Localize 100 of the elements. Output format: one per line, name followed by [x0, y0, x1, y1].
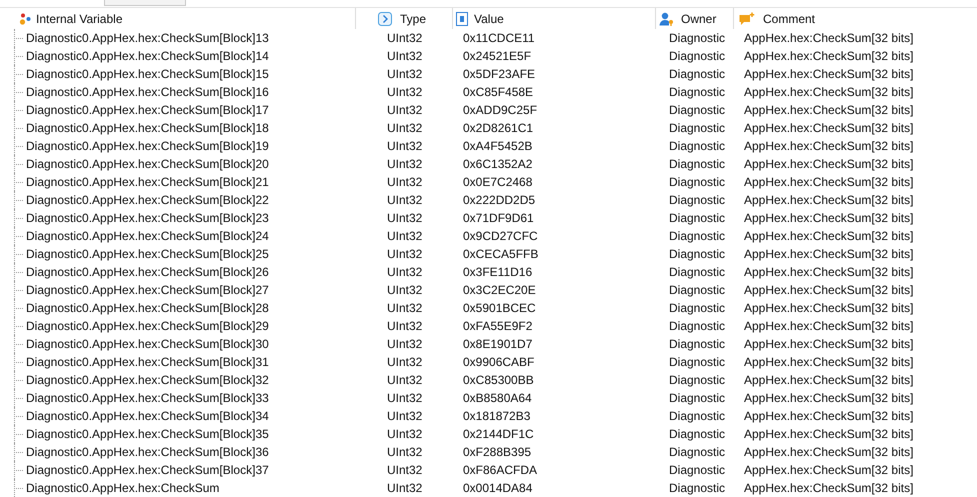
owner-cell-text: Diagnostic [669, 480, 726, 497]
value-cell-text: 0x8E1901D7 [463, 336, 532, 353]
comment-cell-text: AppHex.hex:CheckSum[32 bits] [744, 408, 914, 425]
document-icon [456, 12, 468, 26]
comment-cell-text: AppHex.hex:CheckSum[32 bits] [744, 228, 914, 245]
value-cell-text: 0x5DF23AFE [463, 66, 536, 83]
type-cell-text: UInt32 [387, 336, 422, 353]
owner-cell-text: Diagnostic [669, 120, 726, 137]
comment-cell-text: AppHex.hex:CheckSum[32 bits] [744, 372, 914, 389]
comment-icon [739, 12, 755, 26]
variable-name: Diagnostic0.AppHex.hex:CheckSum[Block]19 [26, 138, 269, 155]
column-header[interactable]: Type [355, 8, 452, 29]
owner-cell-text: Diagnostic [669, 138, 726, 155]
value-cell-text: 0x0E7C2468 [463, 174, 532, 191]
value-cell-text: 0xADD9C25F [463, 102, 538, 119]
variable-name: Diagnostic0.AppHex.hex:CheckSum[Block]29 [26, 318, 269, 335]
column-header[interactable]: Internal Variable [0, 8, 355, 29]
variable-name: Diagnostic0.AppHex.hex:CheckSum[Block]14 [26, 48, 269, 65]
variable-name: Diagnostic0.AppHex.hex:CheckSum[Block]28 [26, 300, 269, 317]
header-label: Comment [763, 10, 816, 28]
variable-name: Diagnostic0.AppHex.hex:CheckSum[Block]27 [26, 282, 269, 299]
type-cell-text: UInt32 [387, 192, 422, 209]
type-cell-text: UInt32 [387, 444, 422, 461]
variable-name: Diagnostic0.AppHex.hex:CheckSum[Block]17 [26, 102, 269, 119]
type-cell-text: UInt32 [387, 480, 422, 497]
owner-cell-text: Diagnostic [669, 444, 726, 461]
owner-cell-text: Diagnostic [669, 264, 726, 281]
type-cell-text: UInt32 [387, 120, 422, 137]
comment-cell-text: AppHex.hex:CheckSum[32 bits] [744, 354, 914, 371]
type-cell-text: UInt32 [387, 102, 422, 119]
header-label: Owner [681, 10, 716, 28]
type-cell-text: UInt32 [387, 408, 422, 425]
owner-cell-text: Diagnostic [669, 192, 726, 209]
comment-cell-text: AppHex.hex:CheckSum[32 bits] [744, 390, 914, 407]
comment-cell-text: AppHex.hex:CheckSum[32 bits] [744, 318, 914, 335]
variable-name: Diagnostic0.AppHex.hex:CheckSum[Block]30 [26, 336, 269, 353]
value-cell-text: 0xF288B395 [463, 444, 532, 461]
value-cell-text: 0x3FE11D16 [463, 264, 532, 281]
variable-name: Diagnostic0.AppHex.hex:CheckSum[Block]16 [26, 84, 269, 101]
value-cell-text: 0x3C2EC20E [463, 282, 536, 299]
variable-name: Diagnostic0.AppHex.hex:CheckSum[Block]26 [26, 264, 269, 281]
owner-cell-text: Diagnostic [669, 48, 726, 65]
owner-cell-text: Diagnostic [669, 372, 726, 389]
value-cell-text: 0x222DD2D5 [463, 192, 536, 209]
value-cell-text: 0x24521E5F [463, 48, 532, 65]
header-label: Internal Variable [36, 10, 122, 28]
column-header[interactable]: Value [452, 8, 655, 29]
owner-cell-text: Diagnostic [669, 336, 726, 353]
comment-cell-text: AppHex.hex:CheckSum[32 bits] [744, 210, 914, 227]
value-cell-text: 0x0014DA84 [463, 480, 532, 497]
type-cell-text: UInt32 [387, 246, 422, 263]
value-cell-text: 0x2144DF1C [463, 426, 534, 443]
column-header[interactable]: Owner [655, 8, 733, 29]
comment-cell-text: AppHex.hex:CheckSum[32 bits] [744, 300, 914, 317]
comment-cell-text: AppHex.hex:CheckSum[32 bits] [744, 192, 914, 209]
type-cell-text: UInt32 [387, 282, 422, 299]
type-cell-text: UInt32 [387, 138, 422, 155]
owner-cell-text: Diagnostic [669, 318, 726, 335]
value-cell-text: 0xA4F5452B [463, 138, 532, 155]
value-cell-text: 0xC85300BB [463, 372, 534, 389]
value-cell-text: 0xFA55E9F2 [463, 318, 532, 335]
value-cell-text: 0x9906CABF [463, 354, 534, 371]
type-cell-text: UInt32 [387, 318, 422, 335]
variable-name: Diagnostic0.AppHex.hex:CheckSum[Block]24 [26, 228, 269, 245]
type-cell-text: UInt32 [387, 390, 422, 407]
comment-cell-text: AppHex.hex:CheckSum[32 bits] [744, 246, 914, 263]
comment-cell-text: AppHex.hex:CheckSum[32 bits] [744, 426, 914, 443]
comment-cell-text: AppHex.hex:CheckSum[32 bits] [744, 48, 914, 65]
variable-name: Diagnostic0.AppHex.hex:CheckSum[Block]23 [26, 210, 269, 227]
column-header[interactable]: Comment [733, 8, 977, 29]
type-cell-text: UInt32 [387, 30, 422, 47]
user-key-icon [659, 12, 675, 26]
comment-cell-text: AppHex.hex:CheckSum[32 bits] [744, 336, 914, 353]
type-cell-text: UInt32 [387, 264, 422, 281]
value-cell-text: 0x71DF9D61 [463, 210, 534, 227]
value-cell-text: 0x6C1352A2 [463, 156, 532, 173]
owner-cell-text: Diagnostic [669, 102, 726, 119]
comment-cell-text: AppHex.hex:CheckSum[32 bits] [744, 138, 914, 155]
variable-name: Diagnostic0.AppHex.hex:CheckSum[Block]35 [26, 426, 269, 443]
comment-cell-text: AppHex.hex:CheckSum[32 bits] [744, 480, 914, 497]
variable-name: Diagnostic0.AppHex.hex:CheckSum[Block]34 [26, 408, 269, 425]
comment-cell-text: AppHex.hex:CheckSum[32 bits] [744, 102, 914, 119]
variable-name: Diagnostic0.AppHex.hex:CheckSum[Block]13 [26, 30, 269, 47]
value-cell-text: 0x11CDCE11 [463, 30, 535, 47]
owner-cell-text: Diagnostic [669, 462, 726, 479]
owner-cell-text: Diagnostic [669, 354, 726, 371]
owner-cell-text: Diagnostic [669, 390, 726, 407]
chevron-icon [378, 12, 392, 26]
owner-cell-text: Diagnostic [669, 408, 726, 425]
variable-name: Diagnostic0.AppHex.hex:CheckSum[Block]25 [26, 246, 269, 263]
value-cell-text: 0x2D8261C1 [463, 120, 534, 137]
type-cell-text: UInt32 [387, 426, 422, 443]
owner-cell-text: Diagnostic [669, 210, 726, 227]
comment-cell-text: AppHex.hex:CheckSum[32 bits] [744, 120, 914, 137]
owner-cell-text: Diagnostic [669, 246, 726, 263]
type-cell-text: UInt32 [387, 300, 422, 317]
owner-cell-text: Diagnostic [669, 228, 726, 245]
owner-cell-text: Diagnostic [669, 66, 726, 83]
variable-name: Diagnostic0.AppHex.hex:CheckSum[Block]37 [26, 462, 269, 479]
type-cell-text: UInt32 [387, 210, 422, 227]
